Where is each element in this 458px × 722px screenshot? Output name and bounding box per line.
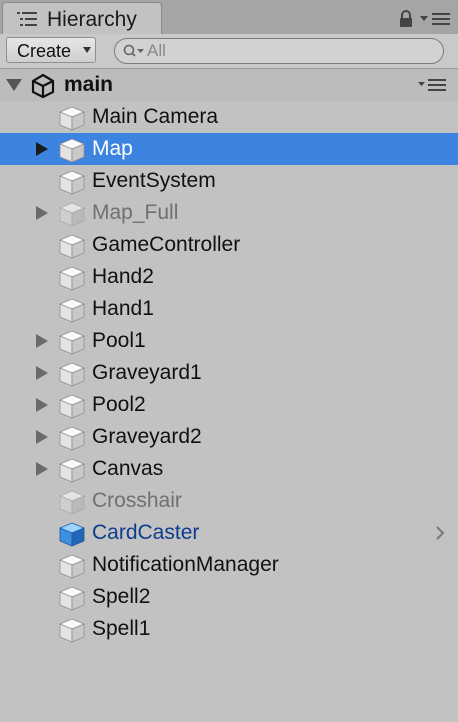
gameobject-cube-icon bbox=[58, 266, 86, 291]
hierarchy-item[interactable]: CardCaster bbox=[0, 517, 458, 549]
hierarchy-item[interactable]: Canvas bbox=[0, 453, 458, 485]
hierarchy-item-label: Graveyard2 bbox=[92, 425, 202, 448]
hierarchy-tab[interactable]: Hierarchy bbox=[2, 2, 162, 34]
hierarchy-item-label: Graveyard1 bbox=[92, 361, 202, 384]
hierarchy-item-label: Map_Full bbox=[92, 201, 179, 224]
hierarchy-item[interactable]: Map_Full bbox=[0, 197, 458, 229]
expand-arrow-icon[interactable] bbox=[34, 462, 50, 476]
expand-arrow-icon[interactable] bbox=[34, 398, 50, 412]
expand-arrow-icon[interactable] bbox=[34, 430, 50, 444]
create-button[interactable]: Create bbox=[6, 37, 96, 63]
prefab-cube-icon bbox=[58, 522, 86, 547]
hierarchy-item-label: Main Camera bbox=[92, 105, 219, 128]
gameobject-cube-icon bbox=[58, 394, 86, 419]
hierarchy-item-label: Pool2 bbox=[92, 393, 146, 416]
hierarchy-item-label: CardCaster bbox=[92, 521, 200, 544]
unity-logo-icon bbox=[31, 73, 55, 99]
gameobject-cube-icon bbox=[58, 170, 86, 195]
hierarchy-item[interactable]: NotificationManager bbox=[0, 549, 458, 581]
gameobject-cube-icon bbox=[58, 458, 86, 483]
gameobject-cube-icon bbox=[58, 554, 86, 579]
gameobject-cube-icon bbox=[58, 298, 86, 323]
gameobject-cube-icon bbox=[58, 362, 86, 387]
hierarchy-item[interactable]: Pool2 bbox=[0, 389, 458, 421]
gameobject-cube-icon bbox=[58, 106, 86, 131]
hierarchy-item[interactable]: Hand2 bbox=[0, 261, 458, 293]
gameobject-cube-icon bbox=[58, 426, 86, 451]
hierarchy-item-label: Hand2 bbox=[92, 265, 154, 288]
hierarchy-item[interactable]: Main Camera bbox=[0, 101, 458, 133]
gameobject-cube-icon bbox=[58, 202, 86, 227]
scene-menu-icon[interactable] bbox=[418, 79, 448, 91]
hierarchy-item[interactable]: Map bbox=[0, 133, 458, 165]
search-icon bbox=[123, 44, 144, 57]
hierarchy-item-label: NotificationManager bbox=[92, 553, 279, 576]
search-input[interactable]: All bbox=[114, 38, 444, 64]
create-button-label: Create bbox=[17, 41, 72, 61]
gameobject-cube-icon bbox=[58, 618, 86, 643]
chevron-down-icon bbox=[83, 47, 91, 53]
scene-name: main bbox=[64, 73, 114, 96]
hierarchy-item-label: EventSystem bbox=[92, 169, 216, 192]
tab-title: Hierarchy bbox=[47, 8, 137, 31]
hierarchy-item-label: Pool1 bbox=[92, 329, 146, 352]
hierarchy-toolbar: Create All bbox=[0, 34, 458, 69]
hierarchy-item-label: Map bbox=[92, 137, 133, 160]
hierarchy-item-label: Spell2 bbox=[92, 585, 151, 608]
gameobject-cube-icon bbox=[58, 138, 86, 163]
hierarchy-item-label: Spell1 bbox=[92, 617, 151, 640]
expand-arrow-icon[interactable] bbox=[34, 206, 50, 220]
lock-icon[interactable] bbox=[398, 10, 414, 28]
hierarchy-item[interactable]: EventSystem bbox=[0, 165, 458, 197]
hierarchy-item-label: Canvas bbox=[92, 457, 164, 480]
expand-arrow-icon[interactable] bbox=[34, 334, 50, 348]
hierarchy-item[interactable]: Graveyard1 bbox=[0, 357, 458, 389]
hierarchy-item[interactable]: Crosshair bbox=[0, 485, 458, 517]
expand-arrow-icon[interactable] bbox=[34, 366, 50, 380]
search-placeholder: All bbox=[147, 41, 166, 60]
gameobject-cube-icon bbox=[58, 490, 86, 515]
hierarchy-item[interactable]: Pool1 bbox=[0, 325, 458, 357]
hierarchy-item[interactable]: Spell2 bbox=[0, 581, 458, 613]
gameobject-cube-icon bbox=[58, 586, 86, 611]
hierarchy-list-icon bbox=[17, 12, 37, 26]
expand-down-arrow-icon[interactable] bbox=[6, 79, 22, 91]
hierarchy-item[interactable]: Spell1 bbox=[0, 613, 458, 645]
hierarchy-item[interactable]: Hand1 bbox=[0, 293, 458, 325]
expand-arrow-icon[interactable] bbox=[34, 142, 50, 156]
hierarchy-item-label: Hand1 bbox=[92, 297, 154, 320]
hierarchy-item[interactable]: Graveyard2 bbox=[0, 421, 458, 453]
chevron-right-icon[interactable] bbox=[434, 525, 446, 541]
hierarchy-item[interactable]: GameController bbox=[0, 229, 458, 261]
window-tab-bar: Hierarchy bbox=[0, 0, 458, 35]
gameobject-cube-icon bbox=[58, 330, 86, 355]
hierarchy-item-label: Crosshair bbox=[92, 489, 182, 512]
hierarchy-item-label: GameController bbox=[92, 233, 241, 256]
gameobject-cube-icon bbox=[58, 234, 86, 259]
tab-menu-icon[interactable] bbox=[420, 12, 452, 26]
scene-header[interactable]: main bbox=[0, 69, 458, 101]
